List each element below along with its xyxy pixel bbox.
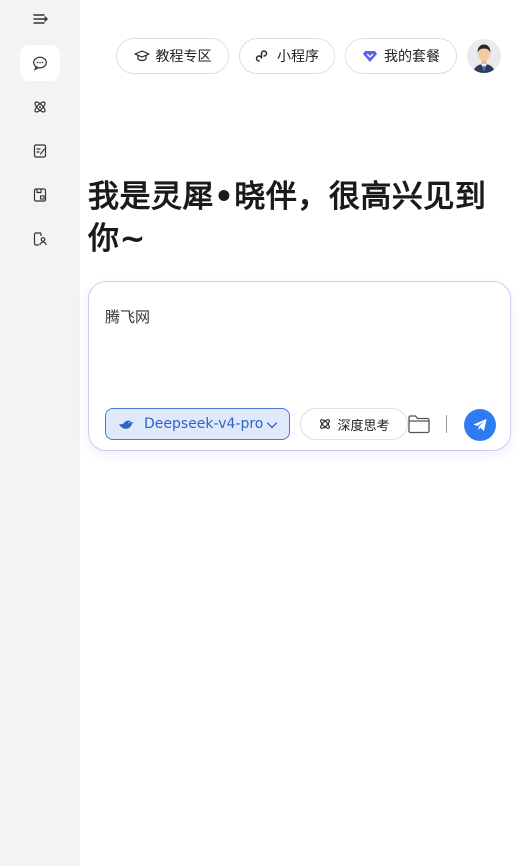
sidebar bbox=[0, 0, 80, 866]
model-select[interactable]: Deepseek-v4-pro bbox=[105, 408, 290, 440]
chevron-down-icon bbox=[266, 422, 278, 429]
folder-icon bbox=[408, 415, 430, 434]
menu-collapse-button[interactable] bbox=[20, 1, 60, 37]
diamond-icon bbox=[363, 51, 377, 62]
miniprogram-icon bbox=[255, 50, 268, 62]
tutorial-label: 教程专区 bbox=[155, 49, 212, 65]
page-headline: 我是灵犀•晓伴，很高兴见到你~ bbox=[88, 179, 487, 257]
chat-bubble-icon bbox=[33, 56, 47, 71]
my-package-label: 我的套餐 bbox=[384, 49, 440, 65]
deep-think-toggle[interactable]: 深度思考 bbox=[300, 408, 408, 440]
avatar[interactable] bbox=[467, 39, 501, 73]
note-pen-icon bbox=[33, 144, 47, 158]
my-package-button[interactable]: 我的套餐 bbox=[345, 38, 457, 74]
chat-input-box[interactable]: 腾飞网 Deepseek-v4-pro 深度思考 bbox=[88, 281, 511, 451]
tutorial-button[interactable]: 教程专区 bbox=[116, 38, 229, 74]
miniprogram-button[interactable]: 小程序 bbox=[239, 38, 335, 74]
deep-think-label: 深度思考 bbox=[337, 418, 390, 434]
graduation-cap-icon bbox=[133, 50, 150, 62]
whale-logo-icon bbox=[118, 420, 135, 429]
toolbar-divider bbox=[446, 415, 447, 433]
chat-input-text[interactable]: 腾飞网 bbox=[105, 306, 150, 327]
save-box-icon bbox=[33, 188, 47, 202]
user-doc-icon bbox=[33, 232, 47, 246]
sidebar-item-user-doc[interactable] bbox=[20, 221, 60, 257]
send-button[interactable] bbox=[464, 409, 496, 441]
sidebar-item-storage[interactable] bbox=[20, 177, 60, 213]
sidebar-item-notes[interactable] bbox=[20, 133, 60, 169]
sidebar-item-chat[interactable] bbox=[20, 45, 60, 81]
menu-collapse-icon bbox=[33, 14, 48, 24]
miniprogram-label: 小程序 bbox=[277, 49, 319, 65]
sidebar-item-atom[interactable] bbox=[20, 89, 60, 125]
atom-icon bbox=[34, 101, 46, 113]
model-label: Deepseek-v4-pro bbox=[144, 416, 264, 432]
paper-plane-icon bbox=[473, 419, 487, 431]
user-avatar-icon bbox=[467, 39, 501, 73]
atom-icon bbox=[320, 419, 331, 429]
upload-folder-button[interactable] bbox=[407, 413, 431, 435]
